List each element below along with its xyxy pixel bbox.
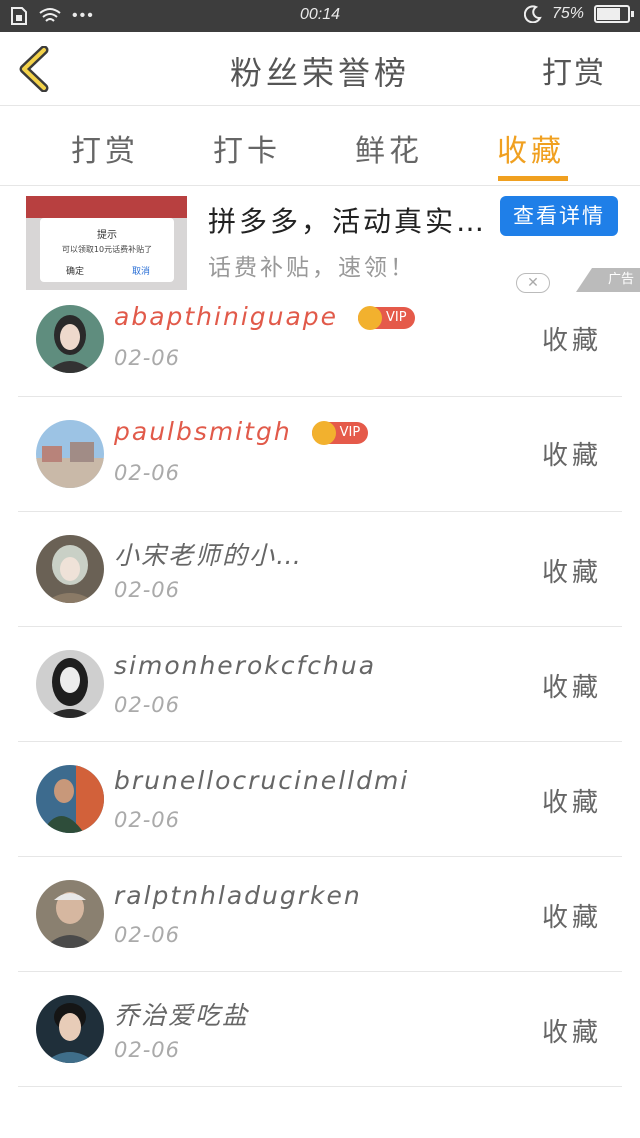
list-item[interactable]: paulbsmitgh VIP 02-06 收藏: [18, 397, 622, 512]
avatar[interactable]: [36, 305, 104, 373]
status-bar: ••• 00:14 75%: [0, 0, 640, 32]
list-item[interactable]: 乔治爱吃盐 02-06 收藏: [18, 972, 622, 1087]
list-item[interactable]: ralptnhladugrken 02-06 收藏: [18, 857, 622, 972]
ad-details-button[interactable]: 查看详情: [500, 196, 618, 236]
list-item[interactable]: 小宋老师的小… 02-06 收藏: [18, 512, 622, 627]
avatar[interactable]: [36, 420, 104, 488]
avatar[interactable]: [36, 765, 104, 833]
fan-name[interactable]: simonherokcfchua: [114, 651, 376, 680]
vip-badge: VIP: [311, 421, 369, 445]
vip-label: VIP: [386, 310, 407, 325]
battery-icon: [594, 5, 634, 23]
reward-button[interactable]: 打赏: [542, 48, 606, 92]
crown-icon: [311, 421, 336, 445]
avatar[interactable]: [36, 535, 104, 603]
moon-icon: [523, 5, 542, 23]
tab-reward[interactable]: 打赏: [50, 126, 160, 170]
fan-action-label: 收藏: [541, 326, 602, 356]
list-item[interactable]: brunellocrucinelldmi 02-06 收藏: [18, 742, 622, 857]
fan-date: 02-06: [114, 923, 181, 947]
fan-date: 02-06: [114, 808, 181, 832]
status-icons-right: 75%: [523, 5, 634, 23]
ad-dialog-cancel: 取消: [132, 267, 151, 277]
avatar[interactable]: [36, 880, 104, 948]
vip-label: VIP: [339, 425, 361, 440]
tab-bar: 打赏 打卡 鲜花 收藏: [0, 106, 640, 186]
ad-subtitle: 话费补贴，速领！: [208, 255, 416, 281]
fan-action-label: 收藏: [541, 558, 602, 588]
tab-flowers[interactable]: 鲜花: [334, 126, 444, 170]
fan-date: 02-06: [114, 1038, 181, 1062]
ad-banner[interactable]: 提示 可以领取10元话费补贴了 确定 取消 拼多多，活动真实… 话费补贴，速领！…: [0, 186, 640, 296]
fan-date: 02-06: [114, 693, 181, 717]
ad-thumbnail-header: [26, 196, 187, 218]
fan-action-label: 收藏: [541, 788, 602, 818]
fan-name-row: abapthiniguape VIP: [114, 302, 415, 331]
ad-dialog-message: 可以领取10元话费补贴了: [61, 245, 153, 254]
fan-date: 02-06: [114, 578, 181, 602]
fan-action-label: 收藏: [541, 441, 602, 471]
fan-name[interactable]: ralptnhladugrken: [114, 881, 362, 910]
ad-dialog-title: 提示: [97, 230, 117, 241]
ad-thumbnail-dialog: 提示 可以领取10元话费补贴了 确定 取消: [40, 218, 174, 282]
vip-badge: VIP: [358, 306, 415, 330]
fan-name[interactable]: brunellocrucinelldmi: [114, 766, 409, 795]
fan-action-label: 收藏: [541, 1018, 602, 1048]
battery-fill: [597, 8, 620, 20]
list-item[interactable]: simonherokcfchua 02-06 收藏: [18, 627, 622, 742]
fan-name-row: paulbsmitgh VIP: [114, 417, 369, 446]
list-item[interactable]: abapthiniguape VIP 02-06 收藏: [18, 282, 622, 397]
fan-name[interactable]: abapthiniguape: [114, 302, 338, 331]
fan-name[interactable]: 小宋老师的小…: [114, 536, 303, 572]
fan-name[interactable]: paulbsmitgh: [114, 417, 292, 446]
tab-checkin[interactable]: 打卡: [192, 126, 302, 170]
fan-date: 02-06: [114, 461, 181, 485]
active-tab-indicator: [498, 176, 568, 181]
ad-dialog-confirm: 确定: [66, 267, 85, 277]
avatar[interactable]: [36, 650, 104, 718]
avatar[interactable]: [36, 995, 104, 1063]
fan-action-label: 收藏: [541, 673, 602, 703]
ad-thumbnail: 提示 可以领取10元话费补贴了 确定 取消: [26, 196, 187, 290]
fan-date: 02-06: [114, 346, 181, 370]
battery-percent: 75%: [551, 5, 584, 22]
tab-favorites[interactable]: 收藏: [476, 126, 586, 170]
top-bar: 粉丝荣誉榜 打赏: [0, 32, 640, 106]
ad-title[interactable]: 拼多多，活动真实…: [208, 200, 487, 240]
fan-name[interactable]: 乔治爱吃盐: [114, 996, 249, 1032]
crown-icon: [358, 306, 382, 330]
fan-action-label: 收藏: [541, 903, 602, 933]
